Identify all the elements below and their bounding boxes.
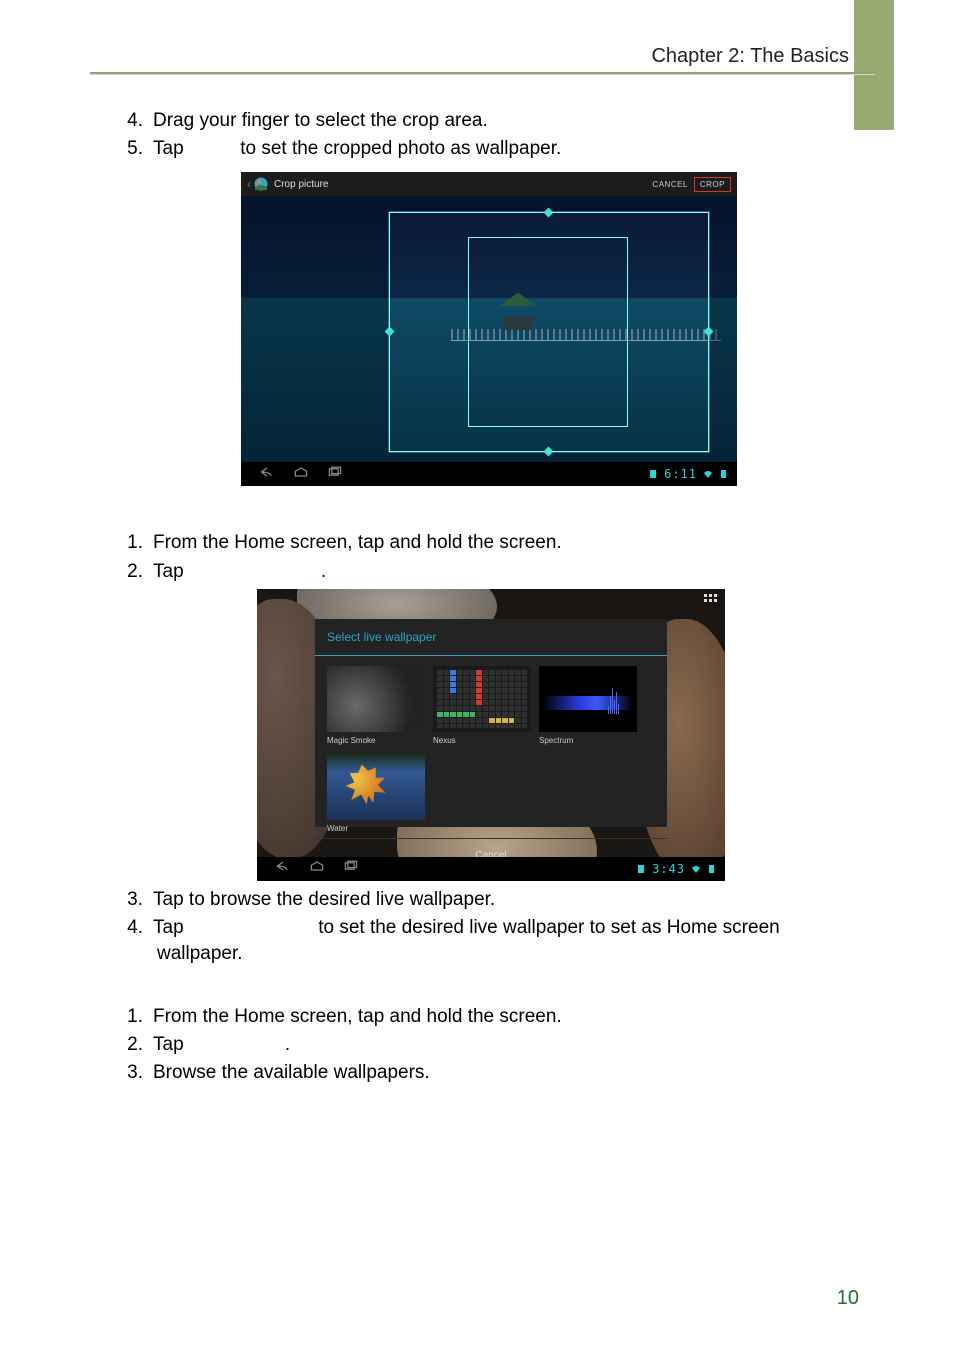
crop-frame-inner[interactable] [468,237,628,427]
wallpaper-water[interactable]: Water [327,754,425,834]
step-text: From the Home screen, tap and hold the s… [153,1006,562,1027]
android-nav-bar: 6:11 [241,462,737,486]
home-icon[interactable] [293,466,309,483]
header-rule-thin [90,74,875,75]
step-number: 2. [123,1032,143,1058]
sdcard-icon [648,469,658,479]
step-number: 4. [123,108,143,134]
steps-list-crop: 4. Drag your finger to select the crop ar… [123,108,843,162]
wallpaper-grid: Magic Smoke [315,656,667,838]
live-wallpaper-dialog: Select live wallpaper Magic Smoke [315,619,667,827]
step-text-after: to set the cropped photo as wallpaper. [235,138,561,159]
status-bar: 3:43 [636,861,717,878]
clock-text: 3:43 [652,861,685,878]
step-text-before: Tap [153,138,189,159]
home-icon[interactable] [309,860,325,877]
apps-drawer-icon[interactable] [704,594,718,608]
step-text: Browse the available wallpapers. [153,1062,430,1083]
step-number: 3. [123,887,143,913]
cancel-button[interactable]: CANCEL [646,177,693,192]
step-number: 3. [123,1060,143,1086]
step-text-after: to set the desired live wallpaper to set… [157,917,780,964]
chapter-title: Chapter 2: The Basics [651,45,849,68]
crop-title: Crop picture [274,178,328,192]
wallpaper-label: Nexus [433,735,531,746]
list-item: 2.Tap . [157,559,843,585]
back-icon[interactable] [259,466,275,483]
steps-list-live-cont: 3. Tap to browse the desired live wallpap… [123,887,843,968]
clock-text: 6:11 [664,466,697,483]
list-item: 1.From the Home screen, tap and hold the… [157,1004,843,1030]
crop-image-area[interactable] [241,196,737,462]
gallery-icon[interactable] [254,177,268,191]
wifi-icon [691,864,701,874]
battery-icon [707,864,717,874]
crop-button[interactable]: CROP [694,177,731,192]
crop-frame-outer[interactable] [389,212,709,452]
screenshot-live-wallpaper: Select live wallpaper Magic Smoke [257,589,725,881]
list-item: 5.Tap to set the cropped photo as wallpa… [157,136,843,162]
step-text-before: Tap [153,917,189,938]
wifi-icon [703,469,713,479]
step-text-before: Tap [153,1034,189,1055]
step-number: 2. [123,559,143,585]
nexus-thumb [437,670,527,728]
step-text: Drag your finger to select the crop area… [153,110,488,131]
back-icon[interactable] [275,860,291,877]
android-nav-bar: 3:43 [257,857,725,881]
list-item: 4.Tap to set the desired live wallpaper … [157,915,843,967]
wallpaper-nexus[interactable]: Nexus [433,666,531,746]
step-number: 4. [123,915,143,941]
wallpaper-magic-smoke[interactable]: Magic Smoke [327,666,425,746]
list-item: 3.Tap to browse the desired live wallpap… [157,887,843,913]
steps-list-live: 1. From the Home screen, tap and hold the… [123,530,843,584]
step-number: 1. [123,1004,143,1030]
wallpaper-label: Water [327,823,425,834]
step-number: 1. [123,530,143,556]
step-number: 5. [123,136,143,162]
step-text-before: Tap [153,561,189,582]
battery-icon [719,469,729,479]
step-text: Tap to browse the desired live wallpaper… [153,889,495,910]
recent-apps-icon[interactable] [327,466,343,483]
crop-top-bar: ‹ Crop picture CANCEL CROP [241,172,737,196]
list-item: 1.From the Home screen, tap and hold the… [157,530,843,556]
wallpaper-label: Magic Smoke [327,735,425,746]
recent-apps-icon[interactable] [343,860,359,877]
wallpaper-label: Spectrum [539,735,637,746]
screenshot-crop-picture: ‹ Crop picture CANCEL CROP [241,172,737,486]
step-text-after: . [321,561,326,582]
list-item: 4.Drag your finger to select the crop ar… [157,108,843,134]
side-tab [854,0,894,130]
steps-list-wallpapers: 1. From the Home screen, tap and hold the… [123,1004,843,1087]
dialog-title: Select live wallpaper [315,619,667,657]
list-item: 2.Tap . [157,1032,843,1058]
step-text-after: . [285,1034,290,1055]
back-caret-icon[interactable]: ‹ [247,176,251,193]
sdcard-icon [636,864,646,874]
list-item: 3.Browse the available wallpapers. [157,1060,843,1086]
wallpaper-spectrum[interactable]: Spectrum [539,666,637,746]
step-text: From the Home screen, tap and hold the s… [153,532,562,553]
dialog-cancel-button[interactable]: Cancel [315,838,667,856]
page-number: 10 [837,1287,859,1310]
status-bar: 6:11 [648,466,729,483]
home-screen-background: Select live wallpaper Magic Smoke [257,589,725,857]
